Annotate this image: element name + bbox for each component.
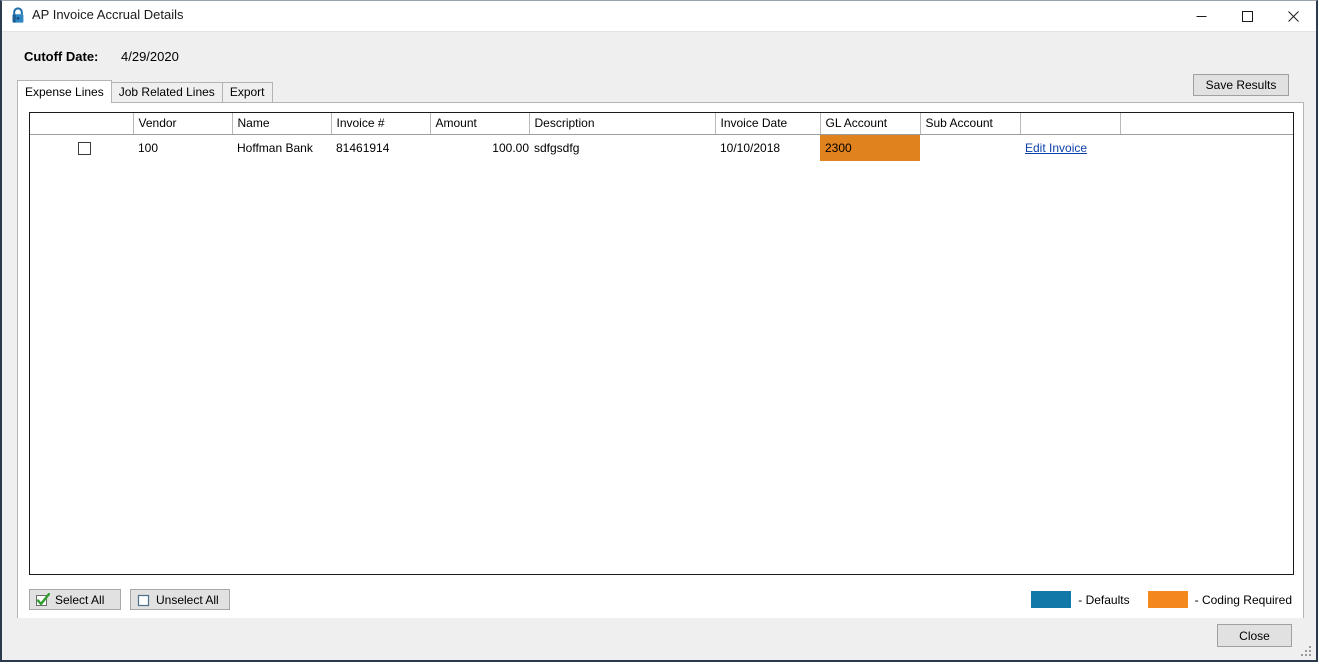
- legend-swatch-coding-required: [1147, 591, 1188, 608]
- footer-bar: [2, 618, 1316, 660]
- column-header-amount[interactable]: Amount: [430, 113, 530, 135]
- table-row[interactable]: 100 Hoffman Bank 81461914 100.00 sdfgsdf…: [30, 134, 1293, 161]
- table-header-row: Vendor Name Invoice # Amount Description…: [30, 113, 1293, 135]
- legend-item-coding-required: - Coding Required: [1147, 591, 1292, 608]
- unselect-all-button[interactable]: Unselect All: [130, 589, 230, 610]
- unselect-all-label: Unselect All: [156, 592, 219, 607]
- lock-icon: [10, 7, 26, 25]
- expense-lines-grid[interactable]: Vendor Name Invoice # Amount Description…: [29, 112, 1294, 575]
- maximize-button[interactable]: [1224, 1, 1270, 31]
- close-dialog-button[interactable]: Close: [1217, 624, 1292, 647]
- green-check-icon: [36, 592, 50, 607]
- row-select-cell[interactable]: [30, 134, 133, 161]
- column-header-sub-account[interactable]: Sub Account: [920, 113, 1021, 135]
- column-header-actions[interactable]: [1020, 113, 1121, 135]
- cell-gl-account[interactable]: 2300: [820, 134, 920, 161]
- cell-description: sdfgsdfg: [534, 140, 580, 155]
- close-window-button[interactable]: [1270, 1, 1316, 31]
- cell-filler: [1120, 134, 1293, 161]
- minimize-button[interactable]: [1178, 1, 1224, 31]
- cell-sub-account[interactable]: [920, 134, 1020, 161]
- window-title: AP Invoice Accrual Details: [32, 7, 184, 22]
- legend-swatch-defaults: [1031, 591, 1072, 608]
- cell-invoice-number: 81461914: [336, 140, 390, 155]
- select-all-label: Select All: [55, 592, 105, 607]
- legend-item-defaults: - Defaults: [1031, 591, 1130, 608]
- save-results-button[interactable]: Save Results: [1193, 74, 1289, 96]
- legend-label-coding-required: - Coding Required: [1194, 592, 1292, 607]
- column-header-invoice-date[interactable]: Invoice Date: [715, 113, 821, 135]
- title-bar: AP Invoice Accrual Details: [2, 1, 1316, 32]
- tab-panel-expense-lines: Vendor Name Invoice # Amount Description…: [17, 102, 1304, 619]
- expense-lines-table: Vendor Name Invoice # Amount Description…: [30, 113, 1293, 161]
- column-header-description[interactable]: Description: [529, 113, 716, 135]
- legend-label-defaults: - Defaults: [1078, 592, 1130, 607]
- cell-vendor: 100: [138, 140, 159, 155]
- tab-job-related-lines[interactable]: Job Related Lines: [110, 82, 223, 102]
- column-header-gl-account[interactable]: GL Account: [820, 113, 921, 135]
- table-body: 100 Hoffman Bank 81461914 100.00 sdfgsdf…: [30, 134, 1293, 161]
- select-all-button[interactable]: Select All: [29, 589, 121, 610]
- empty-checkbox-icon: [137, 593, 151, 607]
- row-checkbox[interactable]: [77, 141, 91, 155]
- legend: - Defaults - Coding Required: [1013, 589, 1292, 610]
- column-header-invoice-number[interactable]: Invoice #: [331, 113, 431, 135]
- column-header-select[interactable]: [30, 113, 134, 135]
- column-header-filler[interactable]: [1120, 113, 1293, 135]
- edit-invoice-link[interactable]: Edit Invoice: [1025, 141, 1087, 155]
- cell-invoice-date: 10/10/2018: [720, 140, 781, 155]
- tab-export[interactable]: Export: [221, 82, 273, 102]
- column-header-name[interactable]: Name: [232, 113, 332, 135]
- resize-grip[interactable]: [1299, 644, 1311, 656]
- cell-edit-invoice[interactable]: Edit Invoice: [1020, 134, 1120, 161]
- close-icon: [1287, 10, 1299, 22]
- cutoff-date-value: 4/29/2020: [121, 49, 179, 64]
- app-window: AP Invoice Accrual Details Cutoff Date: …: [0, 0, 1318, 662]
- column-header-vendor[interactable]: Vendor: [133, 113, 233, 135]
- gl-account-value[interactable]: 2300: [820, 134, 920, 161]
- cell-amount: 100.00: [492, 140, 529, 155]
- maximize-icon: [1241, 10, 1253, 22]
- minimize-icon: [1196, 15, 1206, 17]
- tab-strip: Expense Lines Job Related Lines Export: [17, 80, 273, 103]
- cutoff-date-label: Cutoff Date:: [24, 49, 99, 64]
- tab-expense-lines[interactable]: Expense Lines: [17, 80, 112, 103]
- cell-name: Hoffman Bank: [237, 140, 313, 155]
